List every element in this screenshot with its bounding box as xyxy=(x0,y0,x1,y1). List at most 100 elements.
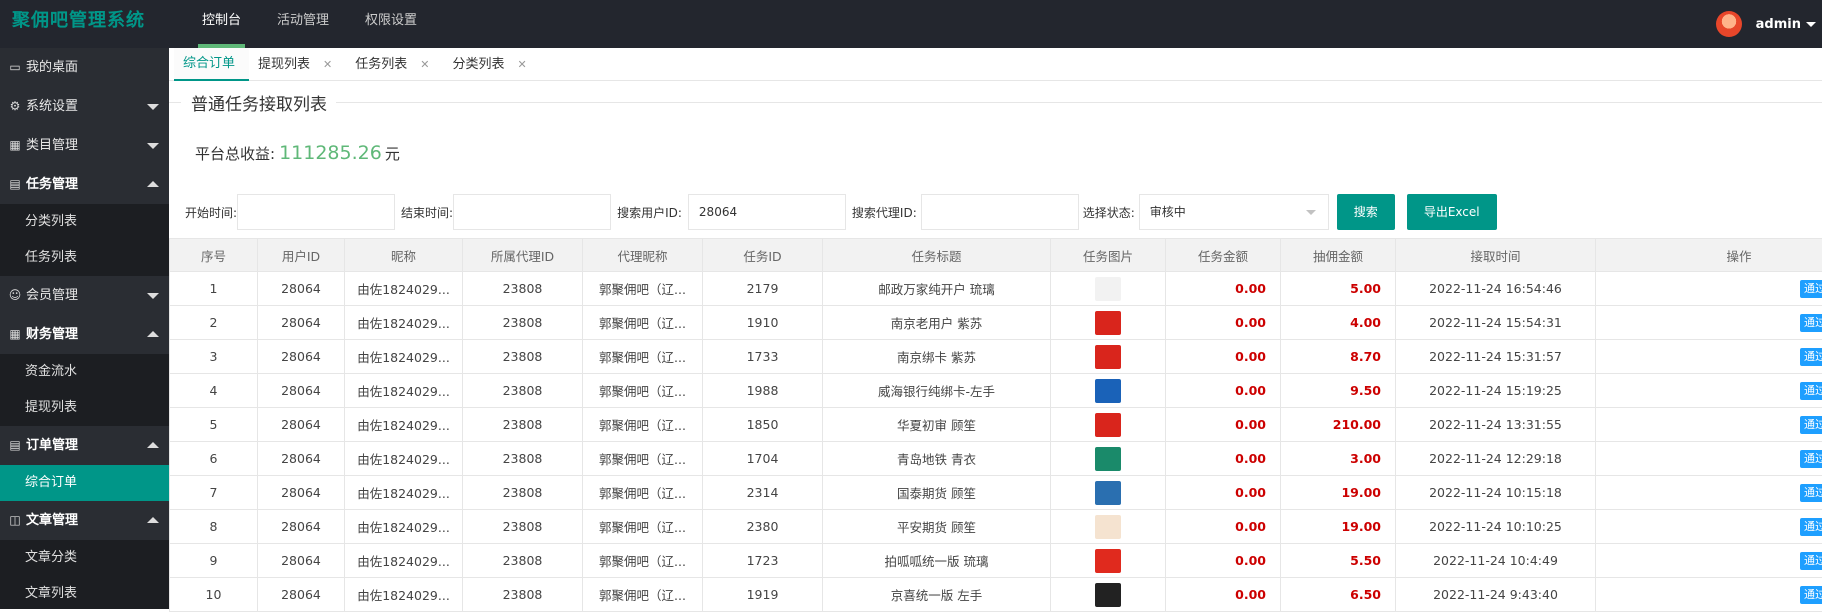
topnav-activity[interactable]: 活动管理 xyxy=(259,0,347,48)
approve-button[interactable]: 通过 xyxy=(1800,552,1822,570)
task-thumbnail[interactable] xyxy=(1095,583,1121,607)
sidebar-item-all-orders[interactable]: 综合订单 xyxy=(0,465,169,501)
user-id: 28064 xyxy=(258,578,345,612)
task-thumbnail[interactable] xyxy=(1095,277,1121,301)
close-icon[interactable]: ✕ xyxy=(420,50,429,80)
nickname: 由佐1824029... xyxy=(345,442,463,476)
agent-nickname: 郭聚佣吧（辽... xyxy=(583,544,703,578)
order-icon: ▤ xyxy=(8,439,22,453)
sidebar-item-article-category[interactable]: 文章分类 xyxy=(0,540,169,576)
approve-button[interactable]: 通过 xyxy=(1800,586,1822,604)
username[interactable]: admin xyxy=(1756,17,1801,32)
status-select[interactable]: 审核中 xyxy=(1139,194,1329,230)
task-thumbnail[interactable] xyxy=(1095,379,1121,403)
accept-time: 2022-11-24 15:54:31 xyxy=(1396,306,1596,340)
search-button[interactable]: 搜索 xyxy=(1337,194,1395,230)
sidebar-item-member[interactable]: ☺ 会员管理 xyxy=(0,276,169,315)
approve-button[interactable]: 通过 xyxy=(1800,484,1822,502)
avatar[interactable] xyxy=(1716,11,1742,37)
task-thumbnail[interactable] xyxy=(1095,311,1121,335)
task-thumbnail[interactable] xyxy=(1095,345,1121,369)
sidebar-item-task[interactable]: ▤ 任务管理 xyxy=(0,165,169,204)
sidebar-item-label: 财务管理 xyxy=(26,315,78,354)
actions-cell: 通过驳回 xyxy=(1596,272,1822,306)
task-image-cell xyxy=(1051,476,1166,510)
chevron-down-icon[interactable] xyxy=(1806,22,1816,27)
task-id: 1733 xyxy=(703,340,823,374)
agent-id: 23808 xyxy=(463,442,583,476)
user-menu[interactable]: admin xyxy=(1716,0,1816,48)
nickname: 由佐1824029... xyxy=(345,374,463,408)
approve-button[interactable]: 通过 xyxy=(1800,450,1822,468)
task-id: 2179 xyxy=(703,272,823,306)
submenu-finance: 资金流水 提现列表 xyxy=(0,354,169,426)
approve-button[interactable]: 通过 xyxy=(1800,348,1822,366)
end-time-input[interactable] xyxy=(453,194,611,230)
tab-category-list[interactable]: 分类列表 ✕ xyxy=(443,48,540,81)
sidebar-item-withdraw-list[interactable]: 提现列表 xyxy=(0,390,169,426)
approve-button[interactable]: 通过 xyxy=(1800,416,1822,434)
approve-button[interactable]: 通过 xyxy=(1800,280,1822,298)
row-actions: 通过驳回 xyxy=(1800,280,1822,298)
agent-id-input[interactable] xyxy=(921,194,1079,230)
sidebar-item-category[interactable]: ▦ 类目管理 xyxy=(0,126,169,165)
approve-button[interactable]: 通过 xyxy=(1800,314,1822,332)
task-id: 1988 xyxy=(703,374,823,408)
row-number: 10 xyxy=(170,578,258,612)
task-title: 平安期货 顾笙 xyxy=(823,510,1051,544)
topnav-console[interactable]: 控制台 xyxy=(184,0,259,48)
sidebar-item-cash-flow[interactable]: 资金流水 xyxy=(0,354,169,390)
approve-button[interactable]: 通过 xyxy=(1800,518,1822,536)
nickname: 由佐1824029... xyxy=(345,340,463,374)
task-thumbnail[interactable] xyxy=(1095,549,1121,573)
sidebar-item-article[interactable]: ◫ 文章管理 xyxy=(0,501,169,540)
commission-amount: 5.00 xyxy=(1281,272,1396,306)
table-row: 828064由佐1824029...23808郭聚佣吧（辽...2380平安期货… xyxy=(170,510,1822,544)
task-title: 京喜统一版 左手 xyxy=(823,578,1051,612)
sidebar-item-task-list[interactable]: 任务列表 xyxy=(0,240,169,276)
agent-nickname: 郭聚佣吧（辽... xyxy=(583,578,703,612)
app-logo[interactable]: 聚佣吧管理系统 xyxy=(0,0,169,48)
start-time-input[interactable] xyxy=(237,194,395,230)
task-amount: 0.00 xyxy=(1166,340,1281,374)
topnav-permissions[interactable]: 权限设置 xyxy=(347,0,435,48)
task-thumbnail[interactable] xyxy=(1095,481,1121,505)
sidebar-item-category-list[interactable]: 分类列表 xyxy=(0,204,169,240)
sidebar-item-label: 会员管理 xyxy=(26,276,78,315)
task-image-cell xyxy=(1051,306,1166,340)
sidebar-item-desktop[interactable]: ▭ 我的桌面 xyxy=(0,48,169,87)
tab-task-list[interactable]: 任务列表 ✕ xyxy=(346,48,443,81)
close-icon[interactable]: ✕ xyxy=(518,50,527,80)
user-id: 28064 xyxy=(258,408,345,442)
table-row: 428064由佐1824029...23808郭聚佣吧（辽...1988威海银行… xyxy=(170,374,1822,408)
accept-time: 2022-11-24 9:43:40 xyxy=(1396,578,1596,612)
user-id-input[interactable]: 28064 xyxy=(688,194,846,230)
task-thumbnail[interactable] xyxy=(1095,413,1121,437)
col-header: 接取时间 xyxy=(1396,239,1596,272)
agent-id-label: 搜索代理ID: xyxy=(852,204,917,221)
user-id: 28064 xyxy=(258,272,345,306)
tab-label: 综合订单 xyxy=(183,49,235,79)
row-actions: 通过驳回 xyxy=(1800,348,1822,366)
row-actions: 通过驳回 xyxy=(1800,552,1822,570)
sidebar-item-article-list[interactable]: 文章列表 xyxy=(0,576,169,609)
approve-button[interactable]: 通过 xyxy=(1800,382,1822,400)
sidebar-item-system-settings[interactable]: ⚙ 系统设置 xyxy=(0,87,169,126)
tab-all-orders[interactable]: 综合订单 xyxy=(174,48,249,81)
row-number: 8 xyxy=(170,510,258,544)
sidebar-item-order[interactable]: ▤ 订单管理 xyxy=(0,426,169,465)
task-title: 拍呱呱统一版 琉璃 xyxy=(823,544,1051,578)
chevron-up-icon xyxy=(147,442,159,448)
task-image-cell xyxy=(1051,374,1166,408)
sidebar-item-finance[interactable]: ▦ 财务管理 xyxy=(0,315,169,354)
sidebar: ▭ 我的桌面 ⚙ 系统设置 ▦ 类目管理 ▤ 任务管理 分类列表 任务列表 ☺ … xyxy=(0,48,169,609)
task-thumbnail[interactable] xyxy=(1095,515,1121,539)
task-image-cell xyxy=(1051,340,1166,374)
row-number: 4 xyxy=(170,374,258,408)
export-excel-button[interactable]: 导出Excel xyxy=(1407,194,1497,230)
task-thumbnail[interactable] xyxy=(1095,447,1121,471)
commission-amount: 19.00 xyxy=(1281,510,1396,544)
close-icon[interactable]: ✕ xyxy=(323,50,332,80)
table-row: 528064由佐1824029...23808郭聚佣吧（辽...1850华夏初审… xyxy=(170,408,1822,442)
tab-withdraw-list[interactable]: 提现列表 ✕ xyxy=(249,48,346,81)
